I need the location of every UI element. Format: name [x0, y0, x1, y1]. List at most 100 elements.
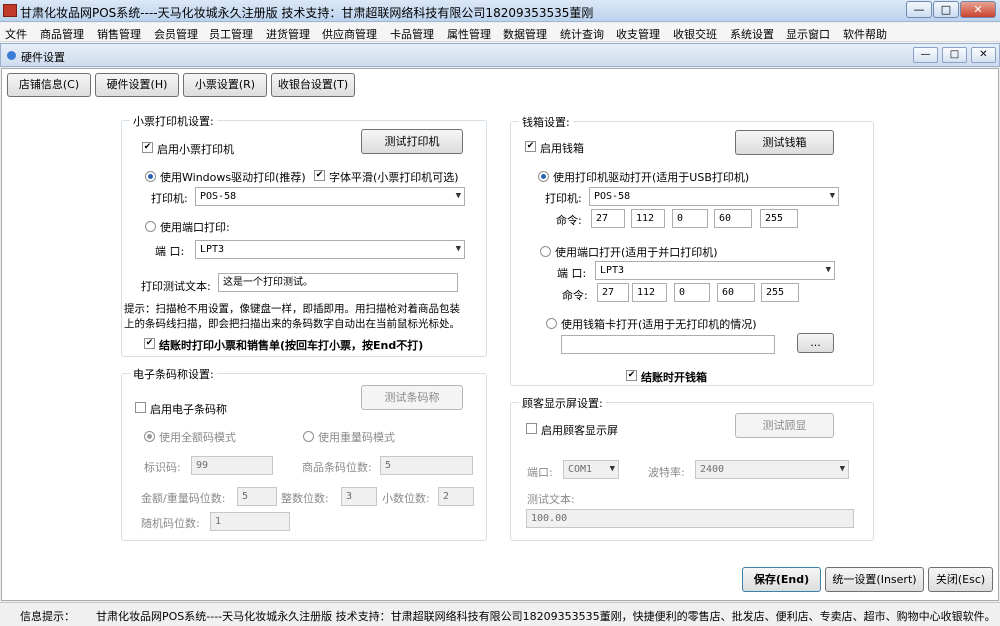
drawer-cmd-5[interactable]: 255	[760, 209, 798, 228]
product-digits-label: 商品条码位数:	[302, 461, 372, 474]
menu-product[interactable]: 商品管理	[40, 26, 84, 42]
menu-staff[interactable]: 员工管理	[209, 26, 253, 42]
child-close-button[interactable]: ✕	[971, 47, 996, 63]
menu-finance[interactable]: 收支管理	[616, 26, 660, 42]
display-port-select[interactable]: COM1 ▼	[563, 460, 619, 479]
amount-digits-input[interactable]: 5	[237, 487, 277, 506]
drawer-cmd2-1[interactable]: 27	[597, 283, 629, 302]
chevron-down-icon: ▼	[829, 191, 835, 201]
display-port-value: COM1	[568, 464, 593, 475]
display-port-label: 端口:	[527, 466, 553, 479]
drawer-cmd-2[interactable]: 112	[631, 209, 665, 228]
id-code-input[interactable]: 99	[191, 456, 273, 475]
tab-register[interactable]: 收银台设置(T)	[271, 73, 355, 97]
menu-help[interactable]: 软件帮助	[843, 26, 887, 42]
printer-label: 打印机:	[151, 192, 188, 205]
driver-print-radio[interactable]	[145, 171, 156, 182]
title-bar: 甘肃化妆品网POS系统----天马化妆城永久注册版 技术支持：甘肃超联网络科技有…	[0, 0, 1000, 22]
drawer-port-radio[interactable]	[540, 246, 551, 257]
drawer-cmd2-label: 命令:	[562, 289, 588, 302]
drawer-card-radio[interactable]	[546, 318, 557, 329]
enable-drawer-checkbox[interactable]: ✔	[525, 141, 536, 152]
open-on-checkout-label: 结账时开钱箱	[641, 371, 707, 384]
menu-supplier[interactable]: 供应商管理	[322, 26, 377, 42]
test-text-label: 打印测试文本:	[141, 280, 211, 293]
drawer-cmd2-5[interactable]: 255	[761, 283, 799, 302]
drawer-printer-label: 打印机:	[545, 192, 582, 205]
drawer-cmd2-3[interactable]: 0	[674, 283, 710, 302]
drawer-printer-select[interactable]: POS-58 ▼	[589, 187, 839, 206]
minimize-button[interactable]: —	[906, 1, 932, 18]
product-digits-input[interactable]: 5	[380, 456, 473, 475]
int-digits-input[interactable]: 3	[341, 487, 377, 506]
menu-member[interactable]: 会员管理	[154, 26, 198, 42]
open-on-checkout-checkbox[interactable]: ✔	[626, 370, 637, 381]
display-group-title: 顾客显示屏设置:	[519, 395, 606, 411]
enable-drawer-label: 启用钱箱	[540, 142, 584, 155]
test-display-button[interactable]: 测试顾显	[735, 413, 834, 438]
dec-digits-label: 小数位数:	[382, 492, 430, 505]
port-select[interactable]: LPT3 ▼	[195, 240, 465, 259]
test-printer-button[interactable]: 测试打印机	[361, 129, 463, 154]
close-button[interactable]: ✕	[960, 1, 996, 18]
drawer-cmd-1[interactable]: 27	[591, 209, 625, 228]
close-window-button[interactable]: 关闭(Esc)	[928, 567, 993, 592]
test-text-input[interactable]: 这是一个打印测试。	[218, 273, 458, 292]
menu-purchase[interactable]: 进货管理	[266, 26, 310, 42]
menu-window[interactable]: 显示窗口	[786, 26, 830, 42]
menu-file[interactable]: 文件	[5, 26, 27, 42]
font-smooth-checkbox[interactable]: ✔	[314, 170, 325, 181]
drawer-cmd-4[interactable]: 60	[714, 209, 752, 228]
menu-data[interactable]: 数据管理	[503, 26, 547, 42]
print-on-checkout-checkbox[interactable]: ✔	[144, 338, 155, 349]
drawer-driver-radio[interactable]	[538, 171, 549, 182]
id-code-label: 标识码:	[144, 461, 181, 474]
drawer-port-value: LPT3	[600, 265, 625, 276]
drawer-port-select[interactable]: LPT3 ▼	[595, 261, 835, 280]
drawer-group-title: 钱箱设置:	[519, 114, 573, 130]
menu-attribute[interactable]: 属性管理	[447, 26, 491, 42]
browse-button[interactable]: ...	[797, 333, 834, 353]
drawer-card-input[interactable]	[561, 335, 775, 354]
enable-display-label: 启用顾客显示屏	[541, 424, 618, 437]
enable-printer-checkbox[interactable]: ✔	[142, 142, 153, 153]
display-test-text-input[interactable]: 100.00	[526, 509, 854, 528]
menu-stats[interactable]: 统计查询	[560, 26, 604, 42]
menu-sales[interactable]: 销售管理	[97, 26, 141, 42]
printer-select[interactable]: POS-58 ▼	[195, 187, 465, 206]
dec-digits-input[interactable]: 2	[438, 487, 474, 506]
display-test-text-label: 测试文本:	[527, 493, 575, 506]
chevron-down-icon: ▼	[839, 464, 845, 474]
port-label: 端 口:	[155, 245, 185, 258]
menu-settings[interactable]: 系统设置	[730, 26, 774, 42]
test-drawer-button[interactable]: 测试钱箱	[735, 130, 834, 155]
print-on-checkout-label: 结账时打印小票和销售单(按回车打小票，按End不打)	[159, 339, 424, 352]
baud-select[interactable]: 2400 ▼	[695, 460, 849, 479]
test-scale-button[interactable]: 测试条码称	[361, 385, 463, 410]
menu-card[interactable]: 卡品管理	[390, 26, 434, 42]
child-minimize-button[interactable]: —	[913, 47, 938, 63]
child-maximize-button[interactable]: □	[942, 47, 967, 63]
weight-mode-radio[interactable]	[303, 431, 314, 442]
enable-display-checkbox[interactable]	[526, 423, 537, 434]
driver-print-label: 使用Windows驱动打印(推荐)	[160, 171, 306, 184]
drawer-cmd-3[interactable]: 0	[672, 209, 708, 228]
tab-hardware[interactable]: 硬件设置(H)	[95, 73, 179, 97]
random-digits-input[interactable]: 1	[210, 512, 290, 531]
status-bar: 信息提示： 甘肃化妆品网POS系统----天马化妆城永久注册版 技术支持：甘肃超…	[0, 602, 1000, 626]
font-smooth-label: 字体平滑(小票打印机可选)	[329, 171, 459, 184]
save-button[interactable]: 保存(End)	[742, 567, 821, 592]
drawer-cmd2-2[interactable]: 112	[632, 283, 667, 302]
drawer-cmd2-4[interactable]: 60	[717, 283, 755, 302]
tab-receipt[interactable]: 小票设置(R)	[183, 73, 267, 97]
port-print-radio[interactable]	[145, 221, 156, 232]
amount-mode-radio[interactable]	[144, 431, 155, 442]
tab-shop-info[interactable]: 店铺信息(C)	[7, 73, 91, 97]
maximize-button[interactable]: □	[933, 1, 959, 18]
amount-digits-label: 金额/重量码位数:	[141, 492, 226, 505]
status-text: 甘肃化妆品网POS系统----天马化妆城永久注册版 技术支持：甘肃超联网络科技有…	[96, 610, 996, 623]
default-settings-button[interactable]: 统一设置(Insert)	[825, 567, 924, 592]
enable-scale-checkbox[interactable]	[135, 402, 146, 413]
menu-shift[interactable]: 收银交班	[673, 26, 717, 42]
scanner-tip-line1: 提示：扫描枪不用设置，像键盘一样，即插即用。用扫描枪对着商品包装	[124, 303, 460, 315]
